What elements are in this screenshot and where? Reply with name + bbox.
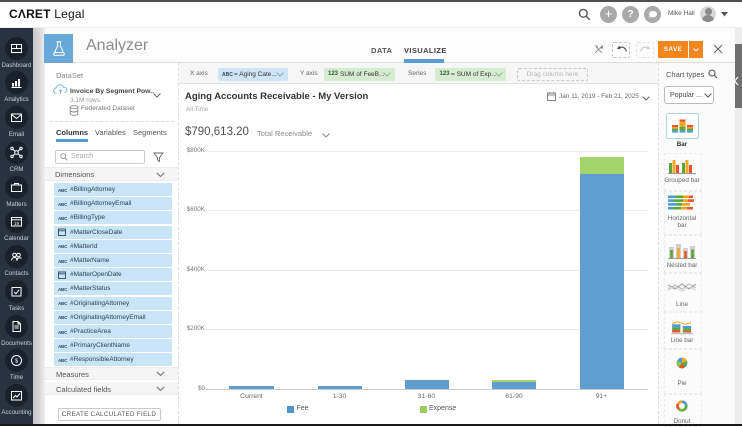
svg-text:$: $ <box>15 359 18 365</box>
svg-text:19: 19 <box>14 221 20 226</box>
